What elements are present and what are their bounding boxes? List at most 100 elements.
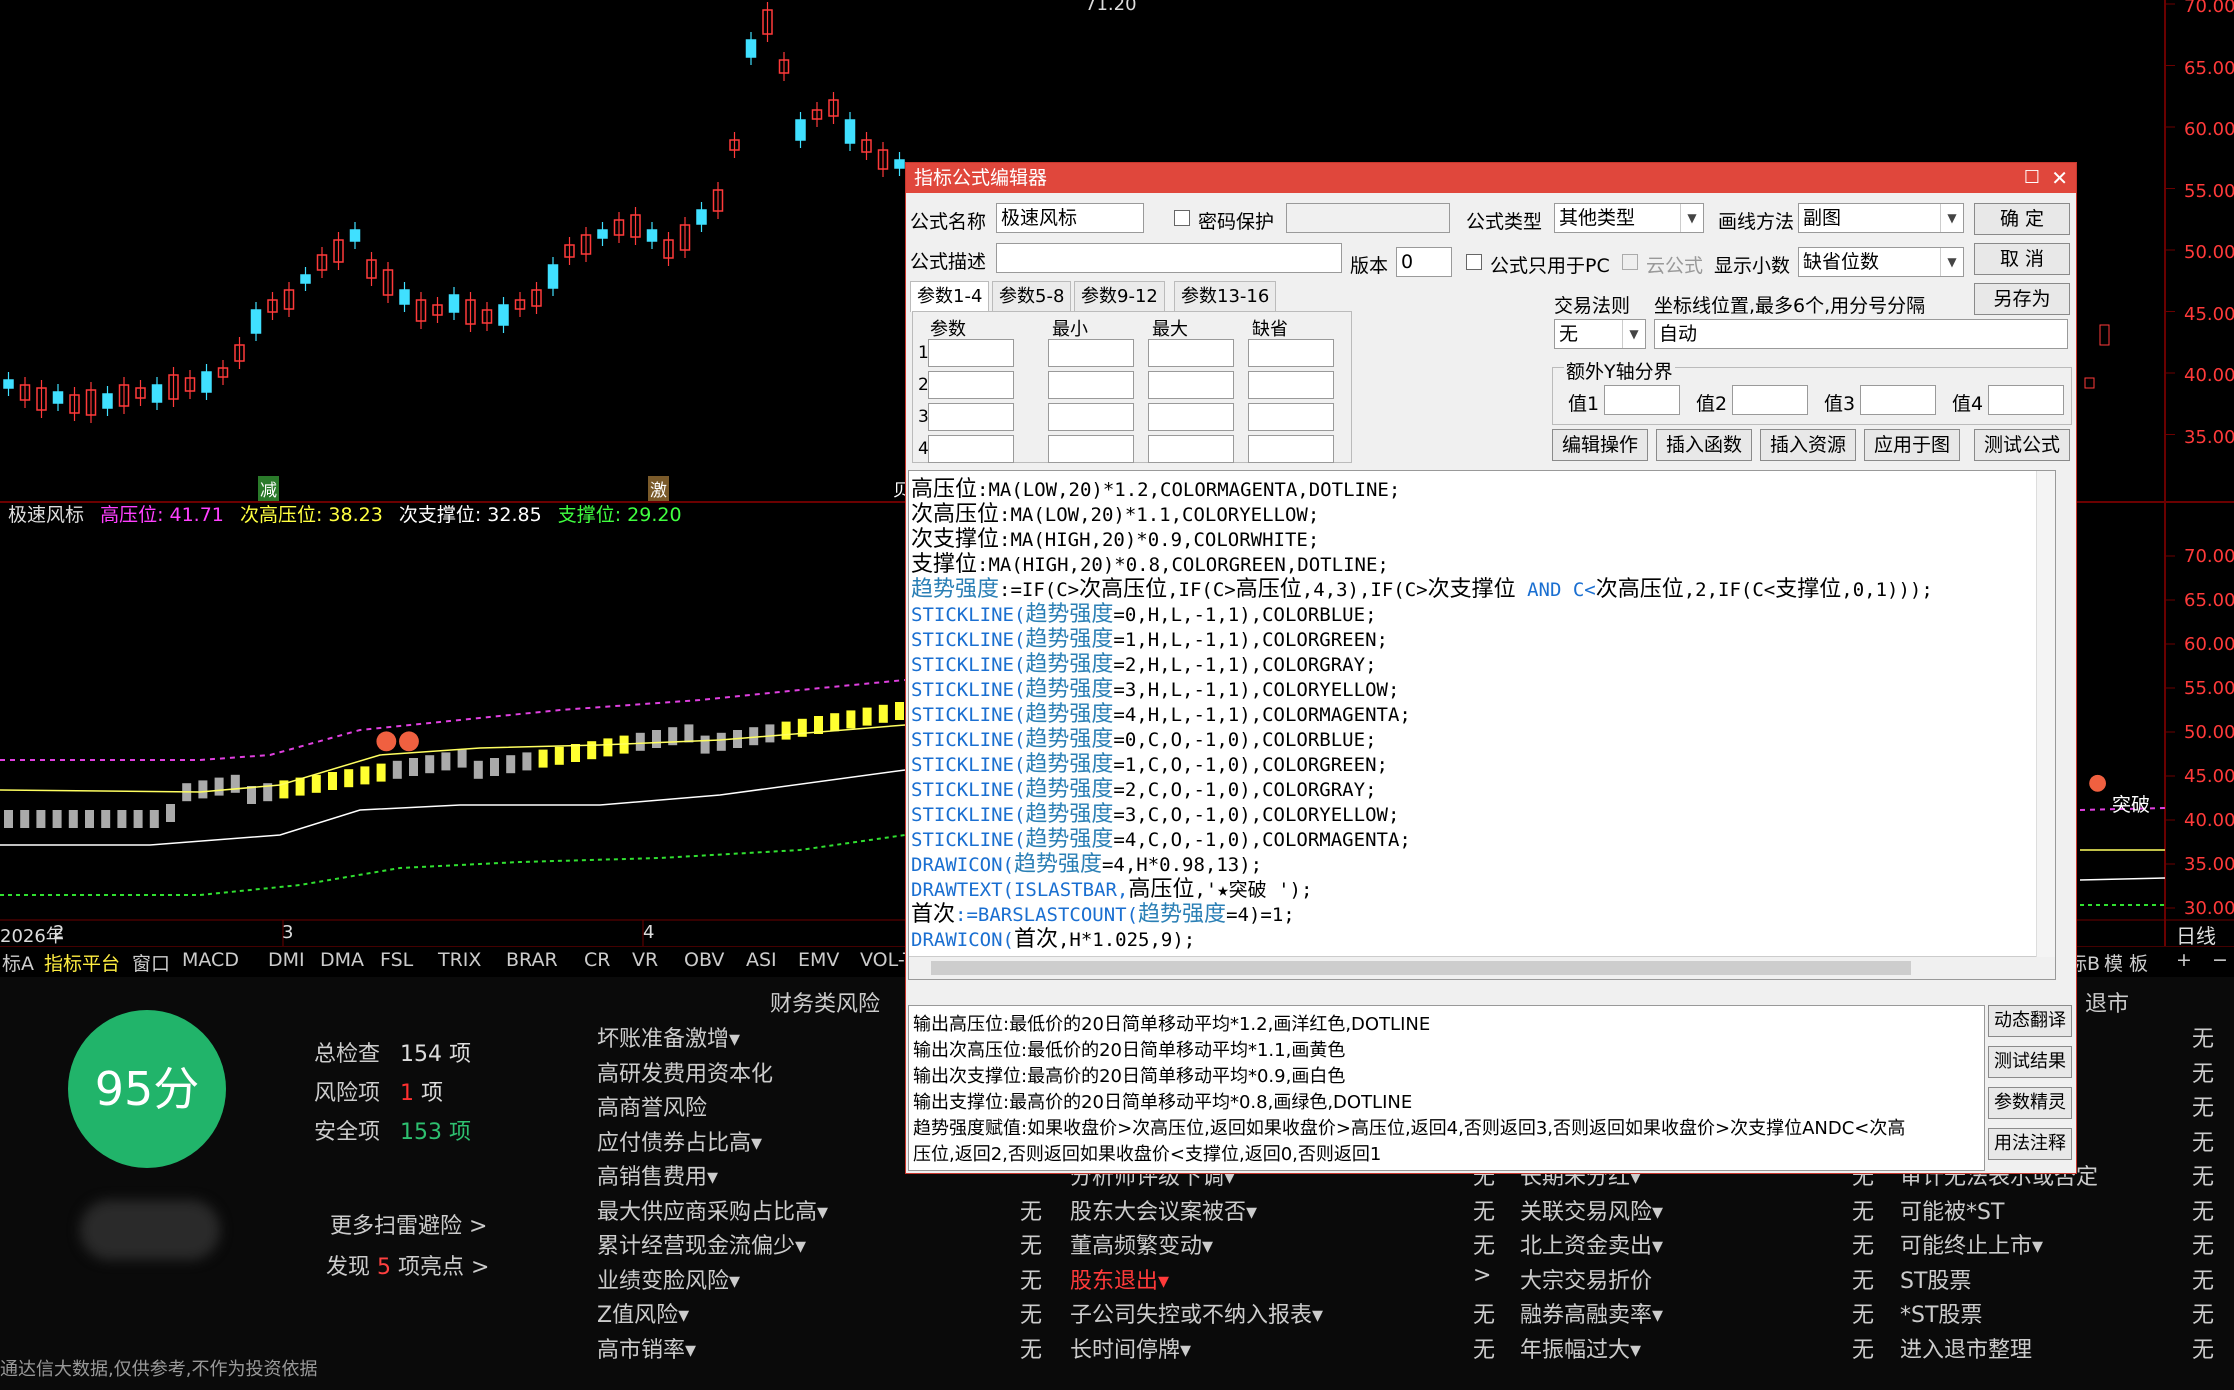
period-tag[interactable]: 日线 [2176,920,2216,949]
output-side-button[interactable]: 用法注释 [1988,1128,2072,1160]
tab-obv[interactable]: OBV [684,949,724,971]
risk-item[interactable]: Z值风险▾ [597,1297,689,1329]
trade-rule-select[interactable]: 无 ▼ [1554,319,1646,349]
risk-item[interactable]: 融券高融卖率▾ [1520,1297,1663,1329]
editor-action-button[interactable]: 应用于图 [1864,429,1960,461]
param-cell[interactable] [1148,403,1234,431]
risk-item[interactable]: 累计经营现金流偏少▾ [597,1228,806,1260]
dialog-title-bar[interactable]: 指标公式编辑器 ☐ ✕ [906,163,2076,193]
output-side-button[interactable]: 测试结果 [1988,1046,2072,1078]
param-cell[interactable] [1048,371,1134,399]
param-cell[interactable] [1148,435,1234,463]
risk-item[interactable]: 业绩变脸风险▾ [597,1263,740,1295]
tab-vr[interactable]: VR [632,949,658,971]
risk-item[interactable]: 坏账准备激增▾ [597,1021,740,1053]
output-side-button[interactable]: 动态翻译 [1988,1005,2072,1037]
highlights-link[interactable]: 发现 5 项亮点 > [326,1249,489,1281]
vertical-scrollbar[interactable] [2036,471,2055,957]
y-value-input[interactable] [1860,385,1936,415]
param-cell[interactable] [1248,403,1334,431]
risk-item[interactable]: 子公司失控或不纳入报表▾ [1070,1297,1323,1329]
risk-item[interactable]: 大宗交易折价 [1520,1263,1652,1295]
tab-fsl[interactable]: FSL [380,949,413,971]
editor-action-button[interactable]: 插入资源 [1760,429,1856,461]
formula-name-input[interactable]: 极速风标 [996,203,1144,233]
decimal-select[interactable]: 缺省位数 ▼ [1798,247,1964,277]
tab-[interactable]: 窗口 [132,949,170,976]
save-as-button[interactable]: 另存为 [1974,283,2070,315]
param-cell[interactable] [928,403,1014,431]
risk-item[interactable]: 董高频繁变动▾ [1070,1228,1213,1260]
password-checkbox[interactable] [1174,210,1190,226]
risk-item[interactable]: 长时间停牌▾ [1070,1332,1191,1364]
param-tab-2[interactable]: 参数5-8 [992,281,1072,312]
tab-macd[interactable]: MACD [182,949,239,971]
risk-item[interactable]: 北上资金卖出▾ [1520,1228,1663,1260]
param-cell[interactable] [928,339,1014,367]
password-input[interactable] [1286,203,1450,233]
param-cell[interactable] [1248,435,1334,463]
pc-only-checkbox[interactable] [1466,254,1482,270]
formula-code-editor[interactable]: 高压位:MA(LOW,20)*1.2,COLORMAGENTA,DOTLINE;… [908,470,2056,980]
output-side-button[interactable]: 参数精灵 [1988,1087,2072,1119]
param-cell[interactable] [1048,339,1134,367]
ok-button[interactable]: 确 定 [1974,203,2070,235]
risk-item[interactable]: 高商誉风险 [597,1090,707,1122]
editor-action-button[interactable]: 插入函数 [1656,429,1752,461]
more-scan-link[interactable]: 更多扫雷避险 > [330,1208,487,1240]
risk-item[interactable]: 高销售费用▾ [597,1159,718,1191]
param-cell[interactable] [1248,339,1334,367]
risk-item[interactable]: 股东大会议案被否▾ [1070,1194,1257,1226]
tab-a[interactable]: 标A [2,949,34,976]
param-cell[interactable] [1048,403,1134,431]
risk-item[interactable]: 最大供应商采购占比高▾ [597,1194,828,1226]
param-cell[interactable] [1248,371,1334,399]
param-tab-1[interactable]: 参数1-4 [910,281,990,312]
risk-item[interactable]: 进入退市整理 [1900,1332,2032,1364]
param-tab-3[interactable]: 参数9-12 [1074,281,1165,312]
tab-trix[interactable]: TRIX [438,949,481,971]
tab-template[interactable]: 模 板 [2104,949,2148,976]
y-value-input[interactable] [1988,385,2064,415]
y-value-input[interactable] [1604,385,1680,415]
tab-dma[interactable]: DMA [320,949,364,971]
risk-item[interactable]: *ST股票 [1900,1297,1982,1329]
cancel-button[interactable]: 取 消 [1974,243,2070,275]
cloud-formula-checkbox[interactable] [1622,254,1638,270]
tab-brar[interactable]: BRAR [506,949,558,971]
param-cell[interactable] [1148,339,1234,367]
editor-action-button[interactable]: 编辑操作 [1552,429,1648,461]
formula-desc-input[interactable] [996,243,1342,273]
draw-method-select[interactable]: 副图 ▼ [1798,203,1964,233]
y-value-input[interactable] [1732,385,1808,415]
tab-[interactable]: 指标平台 [44,949,120,976]
maximize-icon[interactable]: ☐ [2024,163,2040,193]
param-cell[interactable] [928,435,1014,463]
tab-asi[interactable]: ASI [746,949,777,971]
tab-cr[interactable]: CR [584,949,610,971]
param-tab-4[interactable]: 参数13-16 [1174,281,1277,312]
risk-item[interactable]: 应付债券占比高▾ [597,1125,762,1157]
risk-item[interactable]: 关联交易风险▾ [1520,1194,1663,1226]
axis-line-input[interactable]: 自动 [1654,319,2068,349]
close-icon[interactable]: ✕ [2051,163,2068,193]
risk-item[interactable]: 高研发费用资本化 [597,1056,773,1088]
tab-dmi[interactable]: DMI [268,949,305,971]
tab-remove[interactable]: − [2212,949,2228,971]
risk-item[interactable]: 股东退出▾ [1070,1263,1169,1295]
param-cell[interactable] [1048,435,1134,463]
editor-action-button[interactable]: 测试公式 [1974,429,2070,461]
risk-item[interactable]: ST股票 [1900,1263,1971,1295]
risk-item[interactable]: 可能终止上市▾ [1900,1228,2043,1260]
risk-item[interactable]: 高市销率▾ [597,1332,696,1364]
horizontal-scrollbar[interactable] [909,956,2055,979]
version-input[interactable]: 0 [1396,247,1452,277]
param-cell[interactable] [928,371,1014,399]
risk-item[interactable]: 可能被*ST [1900,1194,2004,1226]
scrollbar-thumb[interactable] [931,961,1911,975]
param-cell[interactable] [1148,371,1234,399]
tab-add[interactable]: + [2176,949,2192,971]
risk-score-badge[interactable]: 95分 [68,1010,226,1168]
tab-emv[interactable]: EMV [798,949,839,971]
formula-type-select[interactable]: 其他类型 ▼ [1554,203,1704,233]
